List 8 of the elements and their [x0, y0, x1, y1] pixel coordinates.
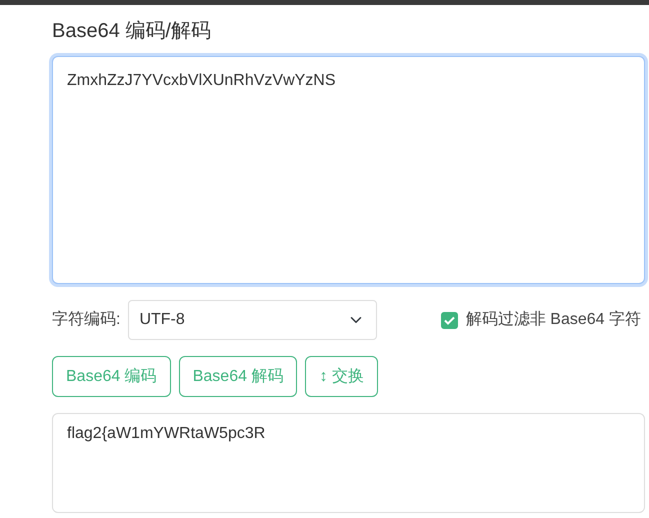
output-field[interactable]: flag2{aW1mYWRtaW5pc3R — [52, 413, 645, 513]
filter-label: 解码过滤非 Base64 字符 — [466, 310, 641, 330]
page-title: Base64 编码/解码 — [52, 19, 212, 43]
charset-label: 字符编码: — [52, 310, 120, 330]
check-icon — [444, 316, 455, 324]
charset-select[interactable]: UTF-8 — [128, 300, 378, 340]
input-field[interactable]: ZmxhZzJ7YVcxbVlXUnRhVzVwYzNS — [52, 56, 645, 284]
filter-checkbox[interactable] — [440, 312, 458, 328]
